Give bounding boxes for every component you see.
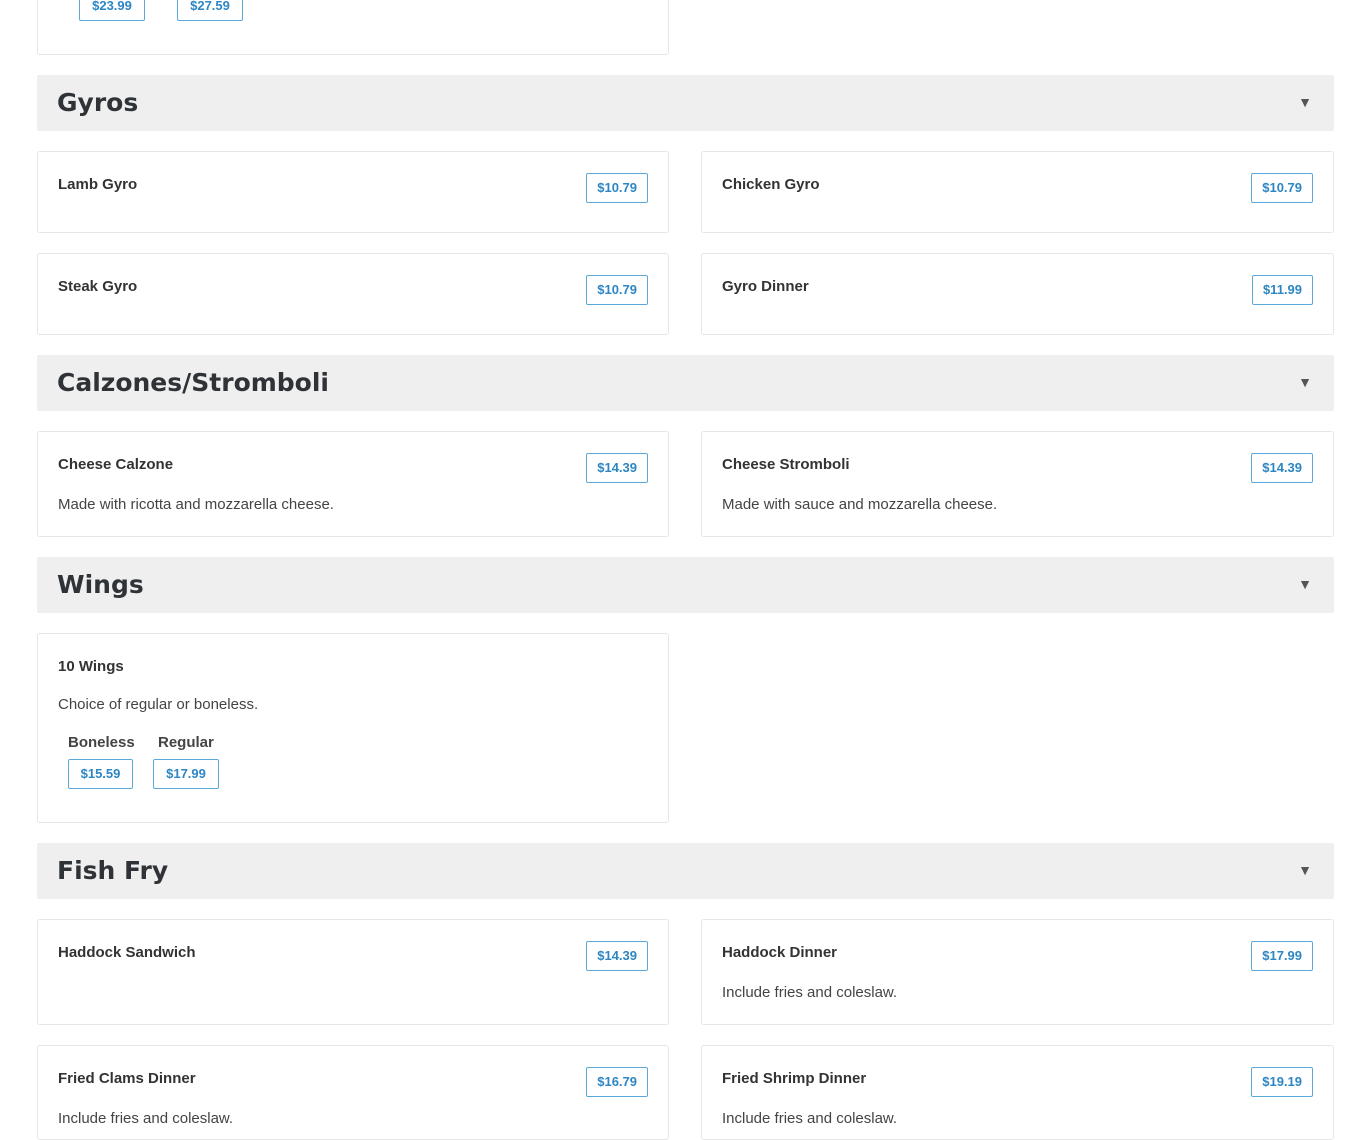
section-header-gyros[interactable]: Gyros ▼ bbox=[37, 75, 1334, 131]
option-label-regular: Regular bbox=[158, 734, 214, 751]
price-button-regular[interactable]: $17.99 bbox=[153, 759, 219, 789]
menu-item-card[interactable]: Haddock Dinner $17.99 Include fries and … bbox=[701, 919, 1334, 1025]
item-description: Include fries and coleslaw. bbox=[722, 984, 898, 1001]
price-button[interactable]: $19.19 bbox=[1251, 1067, 1313, 1097]
menu-item-card[interactable]: Gyro Dinner $11.99 bbox=[701, 253, 1334, 335]
item-name: Haddock Dinner bbox=[722, 944, 838, 961]
price-button[interactable]: $11.99 bbox=[1251, 275, 1313, 305]
price-button[interactable]: $27.59 bbox=[177, 0, 243, 21]
item-name: 10 Wings bbox=[58, 658, 124, 675]
price-button[interactable]: $10.79 bbox=[586, 275, 648, 305]
section-header-calzones[interactable]: Calzones/Stromboli ▼ bbox=[37, 355, 1334, 411]
section-title: Calzones/Stromboli bbox=[57, 368, 329, 397]
menu-item-card: $23.99 $27.59 bbox=[37, 0, 669, 55]
item-name: Steak Gyro bbox=[58, 278, 138, 295]
chevron-down-icon: ▼ bbox=[1298, 374, 1312, 390]
price-button[interactable]: $17.99 bbox=[1251, 941, 1313, 971]
chevron-down-icon: ▼ bbox=[1298, 576, 1312, 592]
item-name: Haddock Sandwich bbox=[58, 944, 196, 961]
section-title: Wings bbox=[57, 570, 144, 599]
price-button[interactable]: $14.39 bbox=[1251, 453, 1313, 483]
section-title: Gyros bbox=[57, 88, 139, 117]
menu-item-card[interactable]: Lamb Gyro $10.79 bbox=[37, 151, 669, 233]
item-description: Include fries and coleslaw. bbox=[722, 1110, 898, 1127]
price-button[interactable]: $14.39 bbox=[586, 453, 648, 483]
menu-item-card[interactable]: 10 Wings Choice of regular or boneless. … bbox=[37, 633, 669, 823]
price-button[interactable]: $23.99 bbox=[79, 0, 145, 21]
price-button[interactable]: $10.79 bbox=[1251, 173, 1313, 203]
menu-item-card[interactable]: Haddock Sandwich $14.39 bbox=[37, 919, 669, 1025]
price-button[interactable]: $10.79 bbox=[586, 173, 648, 203]
section-header-fish-fry[interactable]: Fish Fry ▼ bbox=[37, 843, 1334, 899]
option-label-boneless: Boneless bbox=[68, 734, 135, 751]
item-description: Made with ricotta and mozzarella cheese. bbox=[58, 496, 334, 513]
section-header-wings[interactable]: Wings ▼ bbox=[37, 557, 1334, 613]
menu-item-card[interactable]: Steak Gyro $10.79 bbox=[37, 253, 669, 335]
item-description: Choice of regular or boneless. bbox=[58, 696, 259, 713]
item-name: Chicken Gyro bbox=[722, 176, 820, 193]
menu-item-card[interactable]: Chicken Gyro $10.79 bbox=[701, 151, 1334, 233]
section-title: Fish Fry bbox=[57, 856, 169, 885]
menu-item-card[interactable]: Cheese Stromboli $14.39 Made with sauce … bbox=[701, 431, 1334, 537]
price-button-boneless[interactable]: $15.59 bbox=[68, 759, 133, 789]
item-name: Fried Shrimp Dinner bbox=[722, 1070, 867, 1087]
item-name: Lamb Gyro bbox=[58, 176, 138, 193]
item-description: Include fries and coleslaw. bbox=[58, 1110, 234, 1127]
menu-item-card[interactable]: Fried Clams Dinner $16.79 Include fries … bbox=[37, 1045, 669, 1140]
menu-item-card[interactable]: Cheese Calzone $14.39 Made with ricotta … bbox=[37, 431, 669, 537]
item-name: Cheese Calzone bbox=[58, 456, 174, 473]
item-description: Made with sauce and mozzarella cheese. bbox=[722, 496, 998, 513]
chevron-down-icon: ▼ bbox=[1298, 862, 1312, 878]
menu-item-card[interactable]: Fried Shrimp Dinner $19.19 Include fries… bbox=[701, 1045, 1334, 1140]
item-name: Cheese Stromboli bbox=[722, 456, 850, 473]
chevron-down-icon: ▼ bbox=[1298, 94, 1312, 110]
price-button[interactable]: $16.79 bbox=[586, 1067, 648, 1097]
item-name: Gyro Dinner bbox=[722, 278, 809, 295]
item-name: Fried Clams Dinner bbox=[58, 1070, 196, 1087]
price-button[interactable]: $14.39 bbox=[586, 941, 648, 971]
